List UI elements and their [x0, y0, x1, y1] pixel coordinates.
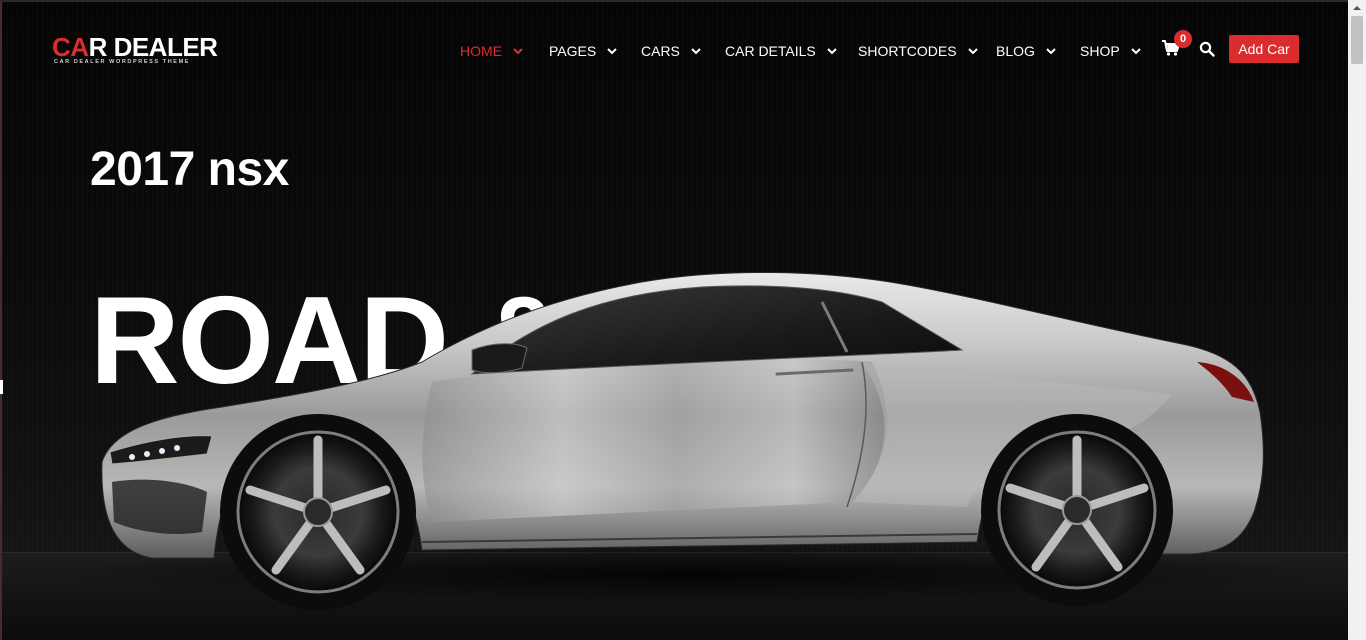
window-left-edge [0, 0, 2, 640]
add-car-button[interactable]: Add Car [1229, 35, 1299, 63]
nav-item-shop[interactable]: SHOP [1080, 38, 1142, 64]
nav-label: HOME [460, 43, 502, 59]
scroll-up-arrow-icon[interactable] [1352, 4, 1362, 12]
chevron-down-icon [690, 45, 702, 57]
nav-item-home[interactable]: HOME [460, 38, 524, 64]
nav-label: SHOP [1080, 43, 1120, 59]
slider-edge-marker [0, 380, 3, 394]
chevron-down-icon [606, 45, 618, 57]
chevron-down-icon [1130, 45, 1142, 57]
nav-item-blog[interactable]: BLOG [996, 38, 1057, 64]
chevron-down-icon [967, 45, 979, 57]
cart-count-badge: 0 [1174, 30, 1192, 48]
scrollbar-thumb[interactable] [1351, 16, 1363, 64]
window-top-edge [0, 0, 1348, 2]
nav-item-cars[interactable]: CARS [641, 38, 702, 64]
hero-slider: 2017 nsx ROAD & CAR DEALER CAR DEALER WO… [2, 2, 1348, 640]
chevron-down-icon [512, 45, 524, 57]
chevron-down-icon [1045, 45, 1057, 57]
browser-viewport: 2017 nsx ROAD & CAR DEALER CAR DEALER WO… [0, 0, 1366, 640]
chevron-down-icon [826, 45, 838, 57]
nav-label: CAR DETAILS [725, 43, 816, 59]
search-icon[interactable] [1199, 41, 1217, 59]
vertical-scrollbar[interactable] [1348, 0, 1366, 640]
car-image [52, 271, 1332, 610]
nav-label: BLOG [996, 43, 1035, 59]
nav-label: SHORTCODES [858, 43, 957, 59]
nav-label: PAGES [549, 43, 597, 59]
nav-label: CARS [641, 43, 680, 59]
nav-item-pages[interactable]: PAGES [549, 38, 618, 64]
nav-item-car-details[interactable]: CAR DETAILS [725, 38, 838, 64]
main-nav: HOME PAGES CARS CAR DETAILS SHORTCODES B… [2, 38, 1348, 64]
nav-item-shortcodes[interactable]: SHORTCODES [858, 38, 979, 64]
